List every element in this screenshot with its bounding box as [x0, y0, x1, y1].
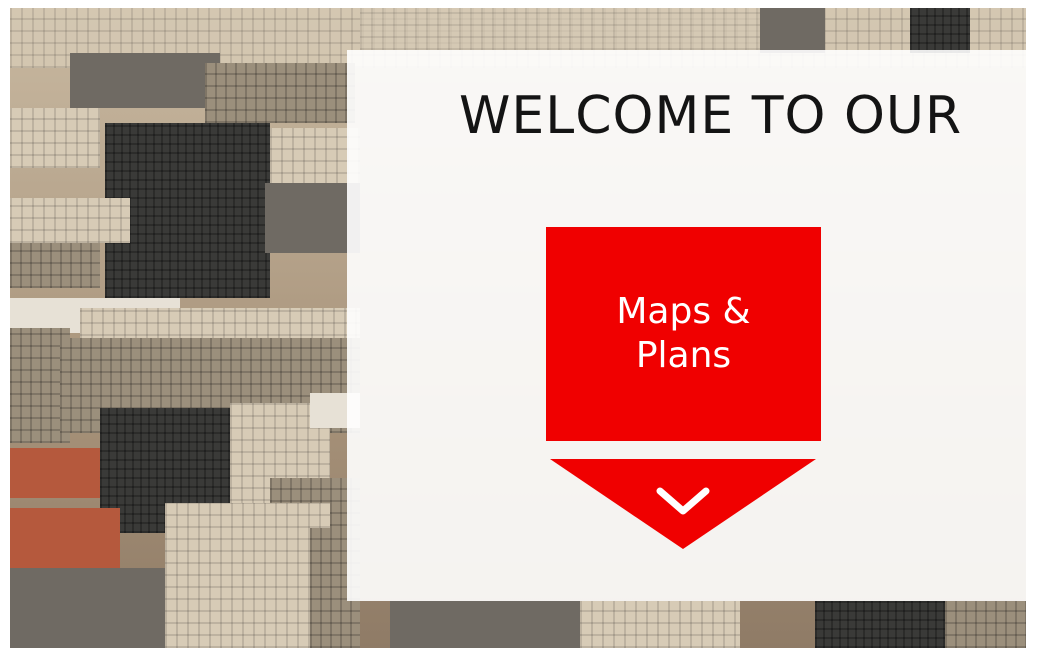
maps-and-plans-arrow-button[interactable] [550, 459, 816, 549]
page: WELCOME TO OUR Maps & Plans [0, 0, 1041, 648]
welcome-panel: WELCOME TO OUR Maps & Plans [347, 50, 1026, 601]
maps-and-plans-button[interactable]: Maps & Plans [546, 227, 821, 441]
maps-and-plans-label: Maps & Plans [616, 291, 751, 376]
welcome-heading: WELCOME TO OUR [459, 86, 963, 146]
red-arrow-tab [550, 459, 816, 549]
